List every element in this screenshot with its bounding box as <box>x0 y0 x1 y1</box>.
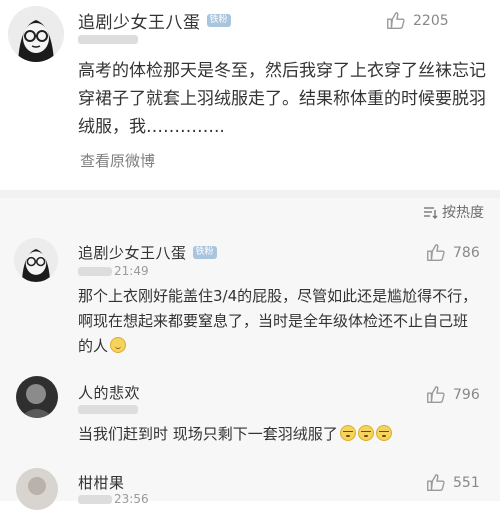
avatar-photo-icon <box>16 376 58 418</box>
comment-item: 柑柑果 23:56 551 <box>0 458 500 510</box>
comment-time <box>78 402 140 416</box>
comment-like-button[interactable]: 551 <box>425 472 480 494</box>
avatar-glasses-icon <box>14 238 58 282</box>
comment-author-name[interactable]: 柑柑果 <box>78 472 125 493</box>
smile-emoji-icon <box>110 337 127 353</box>
comment-text-content: 当我们赶到时 现场只剩下一套羽绒服了 <box>78 425 338 443</box>
sort-label: 按热度 <box>442 205 484 221</box>
comment-list: 追剧少女王八蛋 铁粉 21:49 786 那个上衣刚好能盖住3/4的屁股，尽管如… <box>0 228 500 510</box>
comment-text-content: 那个上衣刚好能盖住3/4的屁股，尽管如此还是尴尬得不行，啊现在想起来都要窒息了，… <box>78 287 478 355</box>
avatar[interactable] <box>14 238 58 282</box>
comment-time: 23:56 <box>78 492 149 506</box>
section-divider <box>0 190 500 198</box>
view-original-weibo-link[interactable]: 查看原微博 <box>80 150 155 171</box>
comment-like-button[interactable]: 796 <box>425 384 480 406</box>
comment-author-name[interactable]: 人的悲欢 <box>78 382 140 403</box>
laugh-cry-emoji-icon <box>375 425 392 441</box>
comment-author-name[interactable]: 追剧少女王八蛋 <box>78 242 187 263</box>
post-like-button[interactable]: 2205 <box>385 10 449 32</box>
sort-icon <box>424 207 438 219</box>
comment-like-button[interactable]: 786 <box>425 242 480 264</box>
avatar[interactable] <box>16 376 58 418</box>
post-like-count: 2205 <box>413 13 449 29</box>
avatar-glasses-icon <box>8 6 64 62</box>
thumbs-up-icon <box>427 244 445 262</box>
post-author-name[interactable]: 追剧少女王八蛋 <box>78 8 201 33</box>
redacted-time-mask <box>78 405 138 414</box>
avatar-photo-icon <box>16 468 58 510</box>
thumbs-up-icon <box>387 12 405 30</box>
laugh-cry-emoji-icon <box>357 425 374 441</box>
comment-time-text: 21:49 <box>114 264 149 278</box>
laugh-cry-emoji-icon <box>339 425 356 441</box>
avatar[interactable] <box>8 6 64 62</box>
comment-like-count: 786 <box>453 245 480 261</box>
post-body-text: 高考的体检那天是冬至，然后我穿了上衣穿了丝袜忘记穿裙子了就套上羽绒服走了。结果称… <box>78 61 486 137</box>
redacted-time-mask <box>78 35 138 44</box>
comment-time: 21:49 <box>78 264 149 278</box>
comment-text: 那个上衣刚好能盖住3/4的屁股，尽管如此还是尴尬得不行，啊现在想起来都要窒息了，… <box>78 284 478 359</box>
comment-like-count: 796 <box>453 387 480 403</box>
original-post: 追剧少女王八蛋 铁粉 2205 高考的体检那天是冬至，然后我穿了上衣穿了丝袜忘记… <box>0 0 500 190</box>
comment-item: 人的悲欢 796 当我们赶到时 现场只剩下一套羽绒服了 <box>0 366 500 456</box>
redacted-time-mask <box>78 267 112 276</box>
fan-badge: 铁粉 <box>192 246 217 259</box>
sort-by-hot-button[interactable]: 按热度 <box>422 202 484 222</box>
sort-bar: 按热度 <box>0 198 500 228</box>
comment-item: 追剧少女王八蛋 铁粉 21:49 786 那个上衣刚好能盖住3/4的屁股，尽管如… <box>0 228 500 358</box>
redacted-time-mask <box>78 495 112 504</box>
thumbs-up-icon <box>427 386 445 404</box>
thumbs-up-icon <box>427 474 445 492</box>
comment-text: 当我们赶到时 现场只剩下一套羽绒服了 <box>78 422 478 447</box>
comment-time-text: 23:56 <box>114 492 149 506</box>
comment-like-count: 551 <box>453 475 480 491</box>
fan-badge: 铁粉 <box>206 14 231 27</box>
post-time <box>78 32 140 46</box>
avatar[interactable] <box>16 468 58 510</box>
